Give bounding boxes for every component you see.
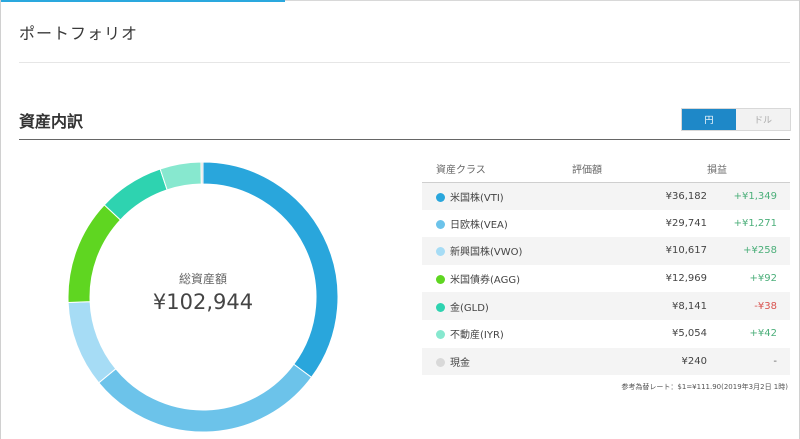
title-divider <box>19 62 790 63</box>
currency-toggle: 円 ドル <box>681 108 791 131</box>
asset-value: ¥36,182 <box>572 182 707 210</box>
total-assets-label: 総資産額 <box>178 272 227 286</box>
asset-name: 日欧株(VEA) <box>450 219 508 231</box>
page-title: ポートフォリオ <box>19 24 139 43</box>
portfolio-page: ポートフォリオ 資産内訳 円 ドル 総資産額 ¥102,944 資産クラス 評価… <box>0 0 800 439</box>
header-gain: 損益 <box>707 156 790 183</box>
asset-name-cell: 不動産(IYR) <box>422 320 572 348</box>
asset-name: 新興国株(VWO) <box>450 247 523 259</box>
asset-gain: -¥38 <box>707 292 790 320</box>
asset-name: 米国債券(AGG) <box>450 275 520 287</box>
asset-name-cell: 米国債券(AGG) <box>422 265 572 293</box>
asset-value: ¥29,741 <box>665 217 707 229</box>
asset-gain: +¥1,349 <box>707 182 790 210</box>
asset-row: 日欧株(VEA) ¥29,741 +¥1,271 <box>422 210 790 238</box>
asset-row: 米国債券(AGG) ¥12,969 +¥92 <box>422 265 790 293</box>
asset-row: 現金 ¥240- <box>422 347 790 376</box>
header-asset-class: 資産クラス <box>422 156 572 183</box>
asset-name-cell: 現金 <box>422 347 572 376</box>
donut-slice-4 <box>103 168 168 221</box>
legend-dot-icon <box>436 302 445 312</box>
asset-gain: - <box>707 347 790 376</box>
section-title: 資産内訳 <box>19 112 84 131</box>
legend-dot-icon <box>436 275 445 285</box>
donut-slice-5 <box>159 161 202 191</box>
total-assets-value: ¥102,944 <box>152 290 254 314</box>
asset-name-cell: 米国株(VTI) <box>422 182 572 210</box>
asset-table: 資産クラス 評価額 損益 米国株(VTI) ¥36,182 +¥1,349 日欧株(V… <box>422 156 790 376</box>
top-accent-bar <box>0 0 285 2</box>
donut-slice-6 <box>200 161 204 185</box>
asset-name: 現金 <box>450 357 470 369</box>
yen-toggle-button[interactable]: 円 <box>682 109 736 130</box>
asset-gain: +¥92 <box>749 273 777 285</box>
asset-value: ¥8,141 <box>572 292 707 320</box>
asset-row: 米国株(VTI) ¥36,182 +¥1,349 <box>422 182 790 210</box>
section-divider <box>19 139 790 140</box>
legend-dot-icon <box>436 192 445 202</box>
asset-gain: +¥258 <box>707 237 790 265</box>
asset-row: 金(GLD) ¥8,141 -¥38 <box>422 292 790 320</box>
asset-value: ¥12,969 <box>665 273 707 285</box>
asset-name: 米国株(VTI) <box>450 192 504 204</box>
asset-row: 新興国株(VWO) ¥10,617 +¥258 <box>422 237 790 265</box>
asset-name-cell: 新興国株(VWO) <box>422 237 572 265</box>
asset-row: 不動産(IYR) ¥5,054 +¥42 <box>422 320 790 348</box>
asset-gain: +¥1,271 <box>733 217 777 229</box>
dollar-toggle-button[interactable]: ドル <box>736 109 790 130</box>
asset-table-header: 資産クラス 評価額 損益 <box>422 156 790 183</box>
asset-name: 金(GLD) <box>450 302 489 314</box>
asset-name-cell: 金(GLD) <box>422 292 572 320</box>
frame-left-border <box>0 0 1 439</box>
legend-dot-icon <box>436 330 445 340</box>
asset-name: 不動産(IYR) <box>450 330 504 342</box>
asset-value: ¥5,054 <box>672 328 707 340</box>
exchange-rate-note: 参考為替レート：$1=¥111.90(2019年3月2日 1時) <box>621 383 788 391</box>
legend-dot-icon <box>436 357 445 367</box>
header-valuation: 評価額 <box>572 156 707 183</box>
asset-value: ¥240 <box>572 347 707 376</box>
legend-dot-icon <box>436 247 445 257</box>
asset-value: ¥10,617 <box>572 237 707 265</box>
asset-gain: +¥42 <box>749 328 777 340</box>
donut-slice-1 <box>98 363 313 433</box>
donut-center: 総資産額 ¥102,944 <box>67 270 339 314</box>
legend-dot-icon <box>436 219 445 229</box>
asset-name-cell: 日欧株(VEA) <box>422 210 572 238</box>
